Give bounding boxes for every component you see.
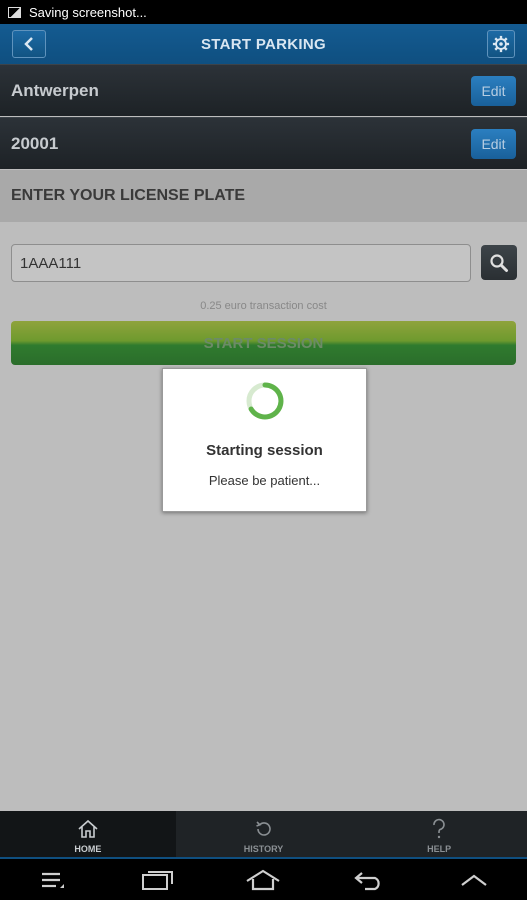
- section-title: ENTER YOUR LICENSE PLATE: [0, 170, 527, 222]
- tab-help-label: HELP: [427, 843, 452, 854]
- tab-history-label: HISTORY: [243, 843, 284, 854]
- tab-help[interactable]: HELP: [351, 811, 527, 859]
- zone-code: 20001: [11, 133, 59, 153]
- settings-button[interactable]: [487, 30, 515, 58]
- start-session-button[interactable]: START SESSION: [11, 321, 516, 365]
- transaction-cost-note: 0.25 euro transaction cost: [200, 300, 327, 312]
- history-icon: [255, 820, 271, 836]
- back-button[interactable]: [12, 30, 46, 58]
- recent-apps-icon: [142, 870, 174, 890]
- home-nav-button[interactable]: [233, 859, 293, 900]
- recent-apps-button[interactable]: [128, 859, 188, 900]
- spinner-icon: [246, 382, 284, 420]
- status-notification: Saving screenshot...: [29, 4, 147, 20]
- gear-icon: [492, 35, 510, 53]
- bottom-tab-bar: HOME HISTORY HELP: [0, 811, 527, 859]
- search-icon: [490, 253, 508, 272]
- status-bar: Saving screenshot...: [0, 0, 527, 24]
- menu-icon: [41, 872, 64, 888]
- zone-row: 20001 Edit: [0, 117, 527, 169]
- edit-zone-button[interactable]: Edit: [471, 129, 516, 159]
- city-name: Antwerpen: [11, 80, 99, 100]
- back-arrow-icon: [354, 871, 380, 890]
- home-nav-icon: [246, 869, 281, 890]
- home-icon: [78, 819, 98, 838]
- tab-home-label: HOME: [74, 843, 102, 854]
- tab-home[interactable]: HOME: [0, 811, 176, 859]
- search-button[interactable]: [481, 245, 517, 280]
- tab-history[interactable]: HISTORY: [176, 811, 352, 859]
- back-nav-button[interactable]: [339, 859, 399, 900]
- dialog-title: Starting session: [206, 442, 323, 459]
- progress-dialog: Starting session Please be patient...: [162, 368, 367, 512]
- help-icon: [433, 818, 445, 838]
- expand-button[interactable]: [444, 859, 504, 900]
- menu-button[interactable]: [23, 859, 83, 900]
- chevron-up-icon: [461, 874, 487, 886]
- license-plate-input[interactable]: [11, 244, 471, 282]
- edit-city-button[interactable]: Edit: [471, 76, 516, 106]
- image-icon: [8, 6, 21, 18]
- app-header: START PARKING: [0, 24, 527, 64]
- city-row: Antwerpen Edit: [0, 64, 527, 116]
- system-navigation-bar: [0, 859, 527, 900]
- page-title: START PARKING: [200, 35, 326, 53]
- dialog-message: Please be patient...: [208, 473, 321, 488]
- chevron-left-icon: [24, 37, 33, 51]
